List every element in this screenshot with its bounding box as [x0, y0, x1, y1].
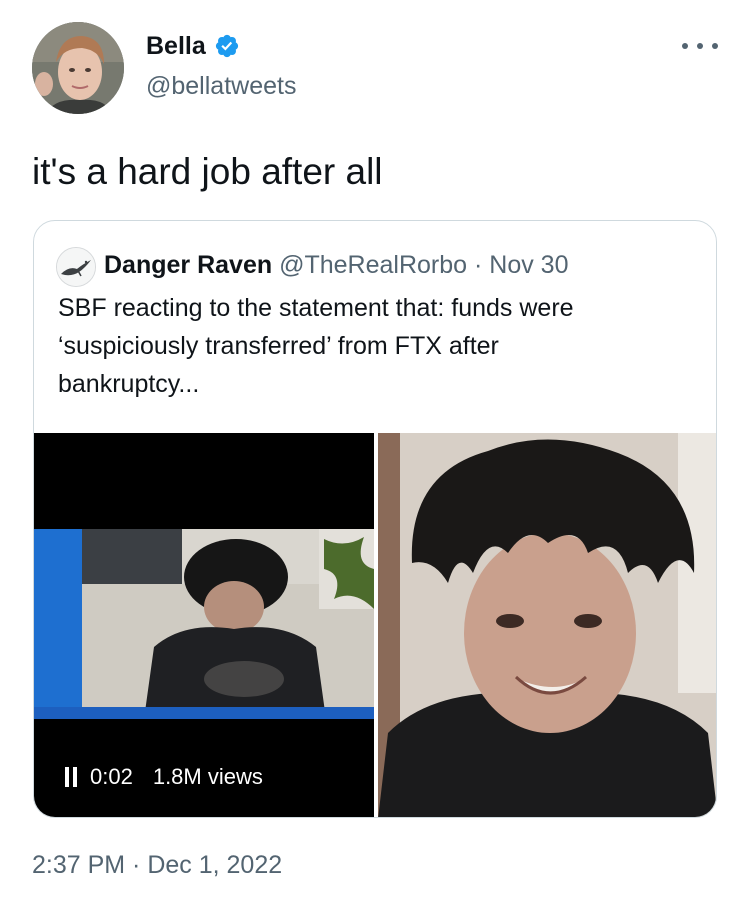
separator-dot: · [474, 251, 483, 279]
author-avatar[interactable] [32, 22, 124, 114]
tweet-card: Bella @bellatweets it's a hard job after… [0, 0, 750, 912]
author-name-row[interactable]: Bella [146, 30, 240, 62]
video-views: 1.8M views [152, 764, 263, 789]
quoted-text-line: bankruptcy... [58, 370, 200, 398]
ellipsis-icon [697, 43, 703, 49]
verified-badge-icon [214, 33, 240, 59]
ellipsis-icon [712, 43, 718, 49]
photo-image [378, 433, 716, 817]
pause-icon[interactable] [64, 767, 78, 787]
quoted-author-handle[interactable]: @TheRealRorbo [279, 251, 467, 279]
quoted-text-line: ‘suspiciously transferred’ from FTX afte… [58, 332, 499, 360]
quoted-text: SBF reacting to the statement that: fund… [58, 289, 698, 403]
video-player[interactable]: 0:02 1.8M views [34, 433, 374, 817]
quoted-author-name[interactable]: Danger Raven [104, 251, 272, 279]
author-handle[interactable]: @bellatweets [146, 70, 296, 102]
tweet-timestamp[interactable]: 2:37 PM · Dec 1, 2022 [32, 848, 282, 882]
quoted-header: Danger Raven @TheRealRorbo · Nov 30 [104, 248, 569, 282]
quoted-date[interactable]: Nov 30 [489, 251, 568, 279]
quoted-author-avatar[interactable] [56, 247, 96, 287]
video-controls: 0:02 1.8M views [64, 763, 263, 791]
profile-photo-icon [32, 22, 124, 114]
video-time: 0:02 [90, 764, 133, 789]
author-name[interactable]: Bella [146, 30, 206, 62]
quoted-text-line: SBF reacting to the statement that: fund… [58, 294, 574, 322]
tweet-text: it's a hard job after all [32, 151, 383, 192]
photo[interactable] [378, 433, 716, 817]
bird-sketch-avatar-icon [57, 248, 95, 286]
more-options-button[interactable] [682, 34, 718, 58]
video-frame [34, 529, 374, 719]
ellipsis-icon [682, 43, 688, 49]
quoted-tweet[interactable]: Danger Raven @TheRealRorbo · Nov 30 SBF … [33, 220, 717, 818]
